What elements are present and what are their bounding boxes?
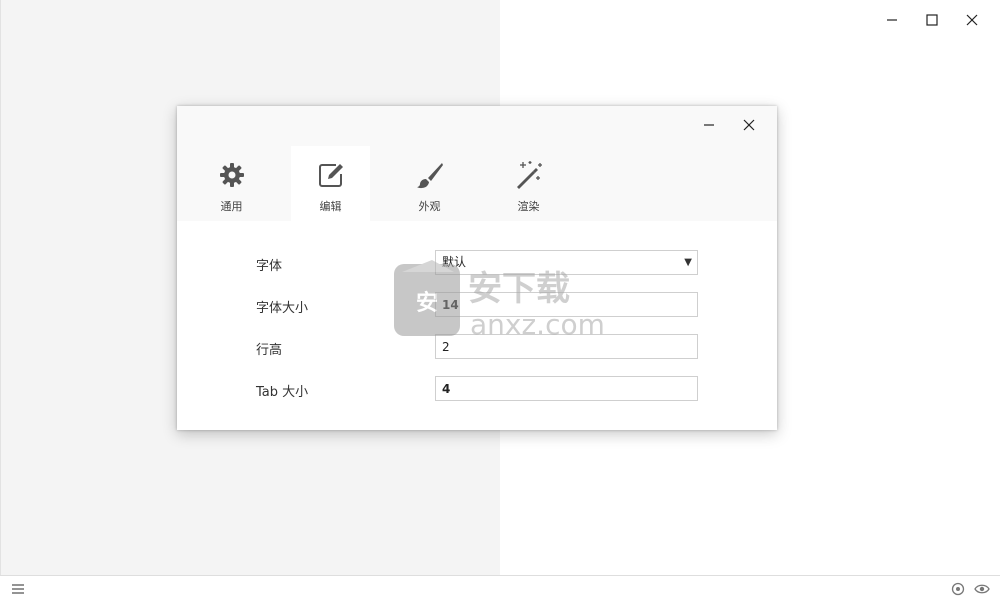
maximize-icon	[926, 14, 938, 26]
tab-size-row: Tab 大小	[177, 376, 777, 402]
statusbar	[0, 575, 1000, 600]
tab-edit[interactable]: 编辑	[291, 146, 370, 221]
font-row: 字体 默认 ▼	[177, 250, 777, 276]
preview-toggle-button[interactable]	[974, 581, 990, 597]
font-size-input[interactable]	[435, 292, 698, 317]
window-maximize-button[interactable]	[912, 8, 952, 32]
line-height-row: 行高	[177, 334, 777, 360]
window-controls	[872, 8, 992, 32]
close-icon	[966, 14, 978, 26]
focus-mode-button[interactable]	[950, 581, 966, 597]
tab-size-label: Tab 大小	[256, 385, 309, 400]
target-icon	[951, 582, 965, 596]
hamburger-icon	[12, 584, 24, 594]
tab-size-input[interactable]	[435, 376, 698, 401]
settings-dialog: 通用 编辑 外观 渲染 字体 默认 ▼ 字体大小 14 行高 2 Tab 大小 …	[177, 106, 777, 430]
tab-appearance[interactable]: 外观	[390, 146, 469, 221]
minimize-icon	[887, 19, 897, 21]
dialog-minimize-button[interactable]	[689, 114, 729, 136]
settings-header: 通用 编辑 外观 渲染	[177, 106, 777, 221]
minimize-icon	[704, 124, 714, 126]
dialog-controls	[689, 114, 769, 136]
tab-general[interactable]: 通用	[192, 146, 271, 221]
tab-label: 编辑	[319, 200, 342, 213]
tab-label: 通用	[220, 200, 243, 213]
window-close-button[interactable]	[952, 8, 992, 32]
font-label: 字体	[256, 259, 283, 274]
dialog-close-button[interactable]	[729, 114, 769, 136]
magic-wand-icon	[516, 161, 542, 189]
font-size-label: 字体大小	[256, 301, 309, 316]
dropdown-arrow-icon: ▼	[684, 257, 692, 268]
gear-icon	[219, 163, 244, 187]
font-select-value: 默认	[442, 255, 467, 269]
tab-label: 外观	[418, 200, 441, 213]
brush-icon	[416, 163, 443, 189]
line-height-label: 行高	[256, 343, 283, 358]
tab-render[interactable]: 渲染	[489, 146, 568, 221]
font-select[interactable]: 默认 ▼	[435, 250, 698, 275]
window-minimize-button[interactable]	[872, 8, 912, 32]
eye-icon	[974, 584, 990, 594]
edit-icon	[318, 164, 343, 187]
close-icon	[743, 119, 755, 131]
tab-label: 渲染	[517, 200, 540, 213]
font-size-row: 字体大小	[177, 292, 777, 318]
line-height-input[interactable]	[435, 334, 698, 359]
menu-button[interactable]	[10, 581, 26, 597]
settings-tabs: 通用 编辑 外观 渲染	[192, 146, 588, 221]
